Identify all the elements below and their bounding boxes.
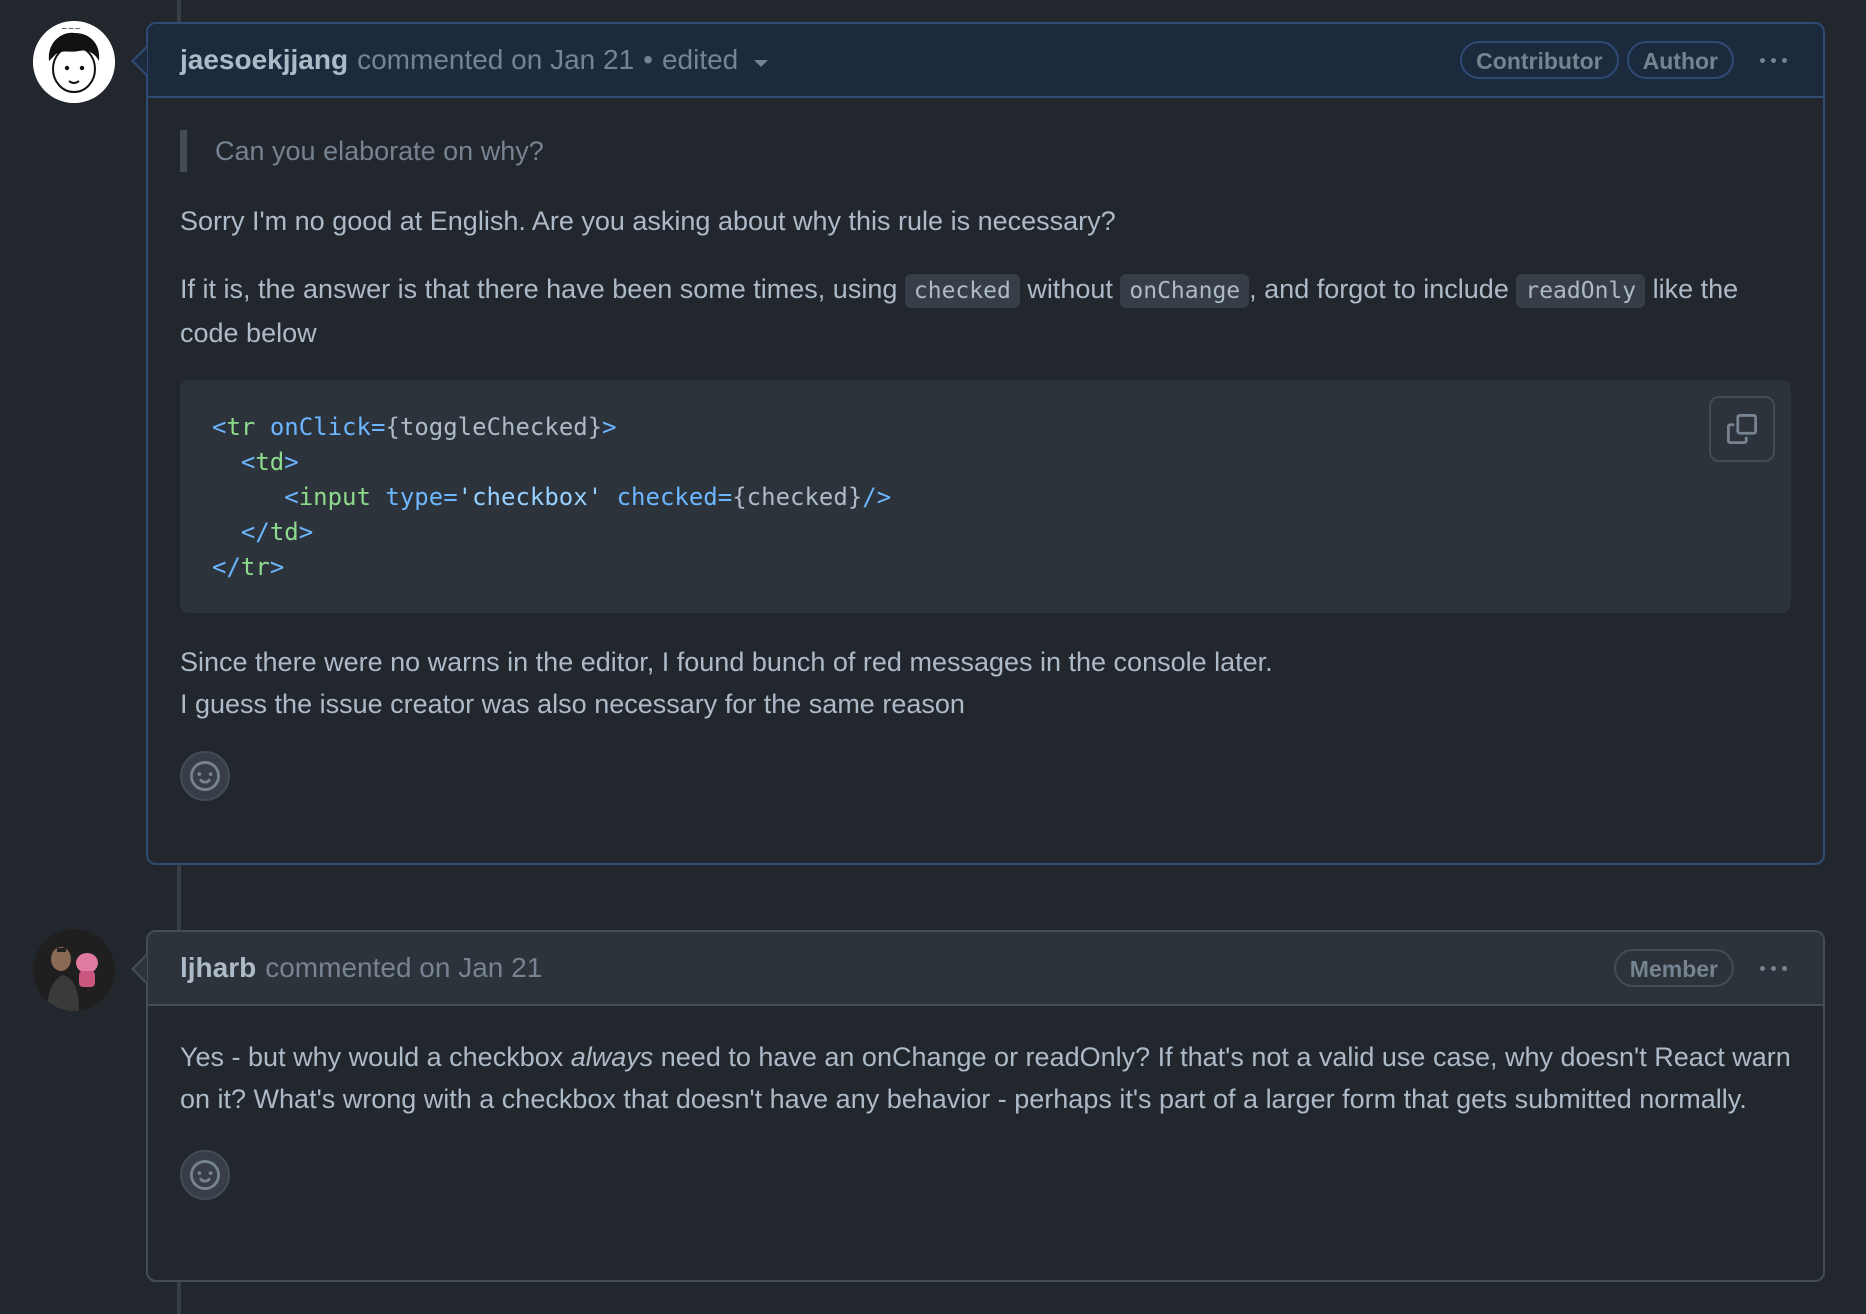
inline-code: checked [904,274,1020,308]
kebab-horizontal-icon[interactable] [1756,45,1791,75]
text-segment: , and forgot to include [1249,274,1517,304]
comment-body: Yes - but why would a checkbox always ne… [148,1006,1823,1220]
kebab-horizontal-icon[interactable] [1756,953,1791,983]
text-segment: without [1019,274,1121,304]
author-badge: Author [1626,41,1734,79]
code-line: </tr> [212,553,285,581]
comment-timestamp[interactable]: commented on Jan 21 [265,952,542,984]
separator: • [643,44,653,75]
text-segment: Yes - but why would a checkbox [180,1042,571,1072]
comment-timestamp[interactable]: commented on Jan 21 [357,44,634,76]
header-actions: Contributor Author [1452,41,1791,79]
copy-button[interactable] [1709,396,1775,462]
inline-code: onChange [1120,274,1250,308]
paragraph: If it is, the answer is that there have … [180,268,1791,354]
timeline-line [177,864,181,930]
add-reaction-button[interactable] [180,751,230,801]
triangle-down-icon[interactable] [754,59,769,67]
avatar[interactable]: ~~~ [33,21,115,103]
timeline-line [177,0,181,24]
inline-code: readOnly [1516,274,1646,308]
comment-card: jaesoekjjang commented on Jan 21 • edite… [131,22,1825,865]
text-line: Since there were no warns in the editor,… [180,647,1273,677]
comment-body: Can you elaborate on why? Sorry I'm no g… [148,98,1823,821]
header-actions: Member [1606,949,1791,987]
timeline-line [177,1280,181,1314]
comment-caret [131,954,147,984]
discussion-timeline: ~~~ jaesoekjjang commented on Jan 21 • e… [0,0,1866,1314]
smiley-icon [190,1160,220,1190]
code-line: </td> [240,518,314,546]
paragraph: Since there were no warns in the editor,… [180,641,1791,725]
code-line: <td> [240,448,299,476]
member-badge: Member [1613,949,1734,987]
svg-text:~~~: ~~~ [61,24,81,33]
code-line: <tr onClick={toggleChecked}> [212,413,617,441]
smiley-icon [190,761,220,791]
comment-author[interactable]: ljharb [180,952,256,984]
comment-header: ljharb commented on Jan 21 Member [131,932,1823,1006]
avatar[interactable] [33,929,115,1011]
comment-author[interactable]: jaesoekjjang [180,44,348,76]
copy-icon [1727,414,1757,444]
contributor-badge: Contributor [1460,41,1619,79]
photo-avatar-icon [33,929,115,1011]
edited-label[interactable]: edited [662,44,738,76]
comment-card: ljharb commented on Jan 21 Member Yes - … [131,930,1825,1282]
comment-caret [131,46,147,76]
blockquote: Can you elaborate on why? [180,130,1791,172]
add-reaction-button[interactable] [180,1150,230,1200]
paragraph: Yes - but why would a checkbox always ne… [180,1036,1791,1120]
text-segment: If it is, the answer is that there have … [180,274,905,304]
cartoon-face-avatar-icon: ~~~ [33,21,115,103]
text-line: I guess the issue creator was also neces… [180,689,965,719]
comment-header: jaesoekjjang commented on Jan 21 • edite… [131,24,1823,98]
paragraph: Sorry I'm no good at English. Are you as… [180,206,1116,236]
code-block: <tr onClick={toggleChecked}> <td> <input… [180,380,1791,613]
emphasis-text: always [570,1042,654,1072]
code-line: <input type='checkbox' checked={checked}… [284,483,892,511]
